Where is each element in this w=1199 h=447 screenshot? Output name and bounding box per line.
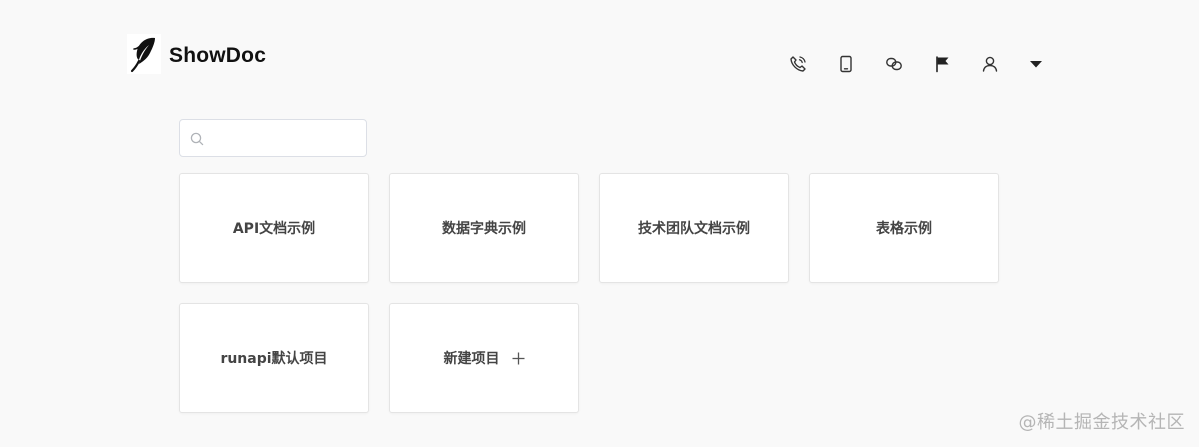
flag-icon [936,56,949,73]
new-project-label: 新建项目 [443,351,500,367]
search-box[interactable] [179,119,367,157]
project-card-label: API文档示例 [232,221,316,237]
user-icon [982,56,998,72]
project-card-runapi[interactable]: runapi默认项目 [179,303,369,413]
phone-button[interactable] [786,52,810,76]
more-dropdown-button[interactable] [1026,52,1046,76]
header: ShowDoc [0,0,1199,100]
feather-logo-icon[interactable] [127,34,161,74]
user-button[interactable] [978,52,1002,76]
mobile-button[interactable] [834,52,858,76]
project-card-label: runapi默认项目 [220,351,328,367]
brand-name[interactable]: ShowDoc [169,42,266,70]
plus-icon [512,352,524,364]
new-project-card[interactable]: 新建项目 [389,303,579,413]
mobile-icon [840,55,852,73]
project-card-data-dictionary[interactable]: 数据字典示例 [389,173,579,283]
flag-button[interactable] [930,52,954,76]
project-card-label: 技术团队文档示例 [638,221,750,237]
header-toolbar [786,52,1046,76]
caret-down-icon [1030,61,1042,68]
watermark: @稀土掘金技术社区 [1018,412,1185,433]
project-card-team-doc[interactable]: 技术团队文档示例 [599,173,789,283]
project-card-api-doc[interactable]: API文档示例 [179,173,369,283]
project-card-table[interactable]: 表格示例 [809,173,999,283]
project-card-label: 表格示例 [876,221,932,237]
project-card-label: 数据字典示例 [442,221,526,237]
link-button[interactable] [882,52,906,76]
link-icon [886,57,902,71]
search-icon [190,132,204,146]
search-input[interactable] [212,120,360,156]
phone-icon [790,56,806,72]
